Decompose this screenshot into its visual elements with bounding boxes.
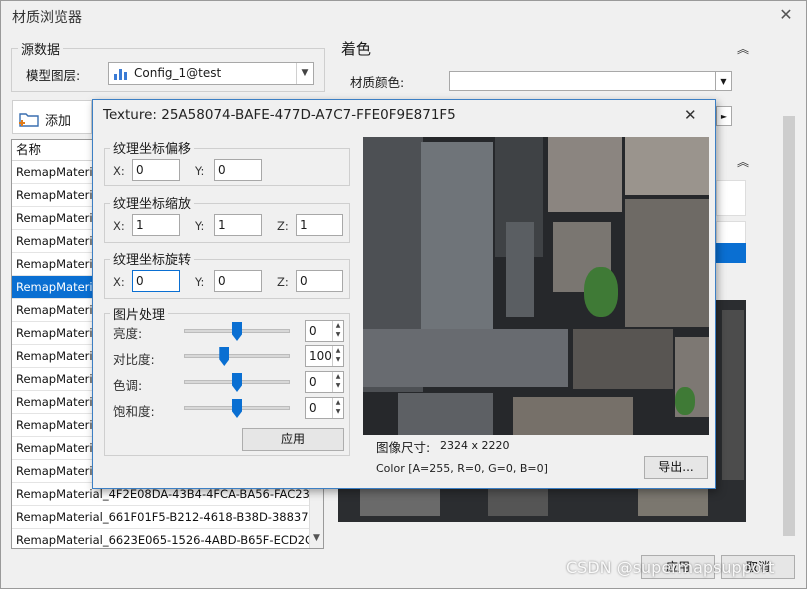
window-close-icon[interactable]: ✕ xyxy=(776,5,796,24)
saturation-label: 饱和度: xyxy=(113,404,155,419)
image-apply-button[interactable]: 应用 xyxy=(242,428,344,451)
offset-y-label: Y: xyxy=(195,164,205,178)
coloring-title: 着色 xyxy=(341,40,372,58)
list-item[interactable]: RemapMaterial_661F01F5-B212-4618-B38D-38… xyxy=(12,506,323,529)
material-color-dropdown-icon[interactable]: ▼ xyxy=(716,71,732,91)
texture-dialog-title: Texture: 25A58074-BAFE-477D-A7C7-FFE0F9E… xyxy=(103,107,456,123)
texture-offset-label: 纹理坐标偏移 xyxy=(110,138,195,157)
rotate-x-label: X: xyxy=(113,275,125,289)
rotate-z-field[interactable]: 0 xyxy=(296,270,343,292)
scroll-down-icon[interactable]: ▼ xyxy=(313,533,320,543)
image-size-value: 2324 x 2220 xyxy=(440,439,510,452)
scale-y-label: Y: xyxy=(195,219,205,233)
hue-slider[interactable] xyxy=(184,373,290,393)
export-button[interactable]: 导出... xyxy=(644,456,708,479)
right-scroll-thumb[interactable] xyxy=(783,116,795,536)
image-processing-label: 图片处理 xyxy=(110,304,169,323)
saturation-slider-thumb[interactable] xyxy=(232,399,242,418)
scale-y-field[interactable]: 1 xyxy=(214,214,262,236)
collapse-chevron-up-icon[interactable]: ︽ xyxy=(737,40,749,57)
add-folder-icon xyxy=(19,113,39,127)
source-data-label: 源数据 xyxy=(18,39,64,58)
contrast-slider-thumb[interactable] xyxy=(219,347,230,366)
hue-slider-thumb[interactable] xyxy=(232,373,242,392)
model-layer-combo[interactable]: Config_1@test ▼ xyxy=(108,62,314,85)
scale-x-label: X: xyxy=(113,219,125,233)
spin-arrows-icon[interactable]: ▲ ▼ xyxy=(332,398,343,418)
model-layer-label: 模型图层: xyxy=(26,68,81,83)
chevron-down-icon[interactable]: ▼ xyxy=(296,63,313,84)
spin-arrows-icon[interactable]: ▲ ▼ xyxy=(332,346,343,366)
scale-z-field[interactable]: 1 xyxy=(296,214,343,236)
list-item[interactable]: RemapMaterial_6623E065-1526-4ABD-B65F-EC… xyxy=(12,529,323,548)
brightness-value: 0 xyxy=(309,324,317,338)
window-title: 材质浏览器 xyxy=(12,10,82,26)
spin-arrows-icon[interactable]: ▲ ▼ xyxy=(332,372,343,392)
rotate-y-field[interactable]: 0 xyxy=(214,270,262,292)
image-size-label: 图像尺寸: xyxy=(376,440,431,455)
brightness-slider-thumb[interactable] xyxy=(232,322,242,341)
contrast-label: 对比度: xyxy=(113,352,155,367)
model-layer-value: Config_1@test xyxy=(134,66,222,80)
spin-arrows-icon[interactable]: ▲ ▼ xyxy=(332,321,343,341)
rotate-x-field[interactable]: 0 xyxy=(132,270,180,292)
contrast-spinbox[interactable]: 100 ▲ ▼ xyxy=(305,345,344,367)
property-cell-selected xyxy=(716,243,746,263)
hue-value: 0 xyxy=(309,375,317,389)
contrast-value: 100 xyxy=(309,349,332,363)
saturation-slider[interactable] xyxy=(184,399,290,419)
scale-z-label: Z: xyxy=(277,219,289,233)
saturation-value: 0 xyxy=(309,401,317,415)
right-expand-icon[interactable]: ► xyxy=(716,106,732,126)
saturation-spinbox[interactable]: 0 ▲ ▼ xyxy=(305,397,344,419)
rotate-z-label: Z: xyxy=(277,275,289,289)
texture-scale-label: 纹理坐标缩放 xyxy=(110,193,195,212)
scale-x-field[interactable]: 1 xyxy=(132,214,180,236)
offset-x-field[interactable]: 0 xyxy=(132,159,180,181)
rotate-y-label: Y: xyxy=(195,275,205,289)
texture-dialog-close-icon[interactable]: ✕ xyxy=(684,106,697,124)
property-cell xyxy=(716,180,746,216)
right-scrollbar[interactable] xyxy=(781,38,796,545)
hue-label: 色调: xyxy=(113,378,143,393)
brightness-spinbox[interactable]: 0 ▲ ▼ xyxy=(305,320,344,342)
contrast-slider[interactable] xyxy=(184,347,290,367)
texture-rotate-label: 纹理坐标旋转 xyxy=(110,249,195,268)
watermark-text: CSDN @supermapsupport xyxy=(566,558,775,577)
hue-spinbox[interactable]: 0 ▲ ▼ xyxy=(305,371,344,393)
offset-x-label: X: xyxy=(113,164,125,178)
brightness-slider[interactable] xyxy=(184,322,290,342)
offset-y-field[interactable]: 0 xyxy=(214,159,262,181)
texture-preview-image xyxy=(363,137,709,435)
model-layer-icon xyxy=(114,69,127,80)
add-label: 添加 xyxy=(45,114,72,129)
collapse-chevron-up-icon-2[interactable]: ︽ xyxy=(737,153,749,170)
material-color-label: 材质颜色: xyxy=(350,75,405,90)
material-color-picker[interactable] xyxy=(449,71,716,91)
color-info: Color [A=255, R=0, G=0, B=0] xyxy=(376,462,548,475)
brightness-label: 亮度: xyxy=(113,326,143,341)
